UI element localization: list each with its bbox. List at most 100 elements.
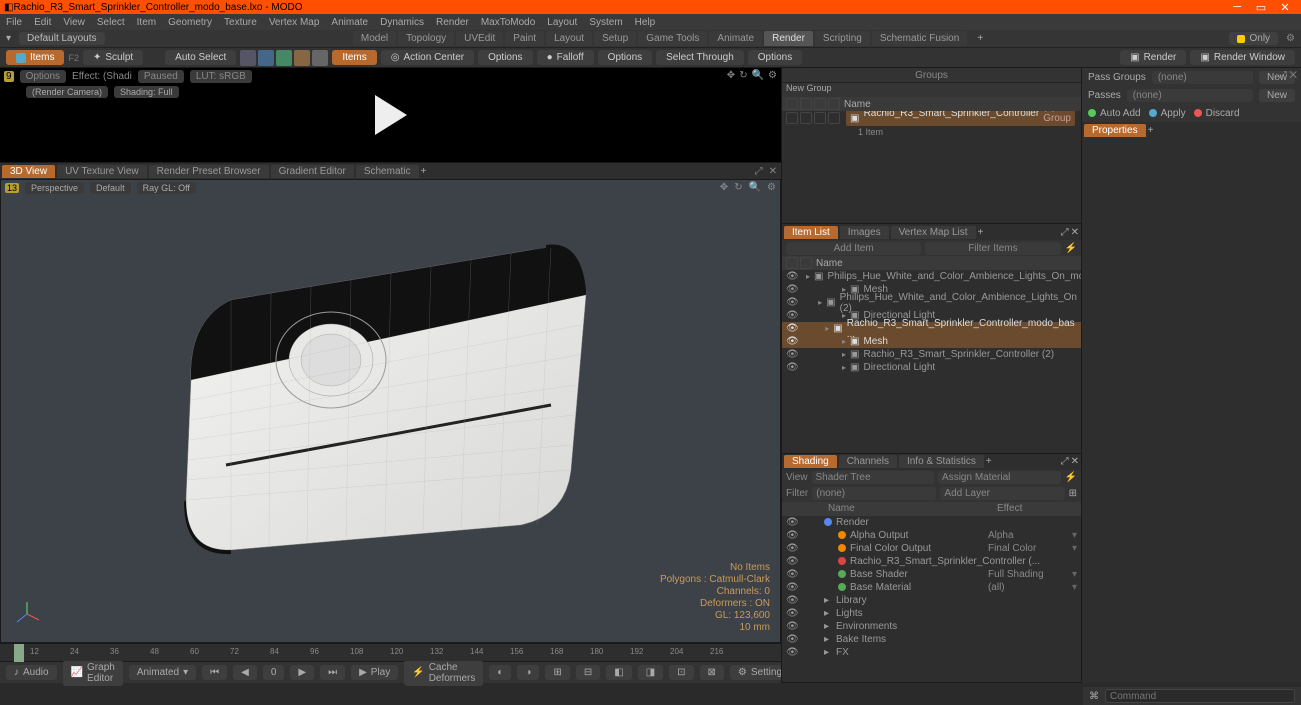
col-icon[interactable] — [800, 98, 812, 110]
preview-paused[interactable]: Paused — [138, 70, 184, 83]
viewport-default[interactable]: Default — [90, 182, 131, 194]
menu-dynamics[interactable]: Dynamics — [380, 17, 424, 28]
add-item-dropdown[interactable]: Add Item — [786, 242, 921, 255]
preview-move-icon[interactable]: ✥ — [727, 70, 735, 81]
anim-icon-8[interactable]: ⊠ — [700, 665, 724, 680]
panel-expand-icon[interactable]: ⤢ — [1279, 70, 1287, 81]
menu-system[interactable]: System — [589, 17, 622, 28]
menu-item[interactable]: Item — [137, 17, 156, 28]
item-row[interactable]: 👁▸▣Philips_Hue_White_and_Color_Ambience_… — [782, 270, 1081, 283]
add-layer-dropdown[interactable]: Add Layer — [940, 487, 1064, 500]
shader-row[interactable]: 👁▸Lights — [782, 607, 1081, 620]
shader-tree-dropdown[interactable]: Shader Tree — [812, 471, 935, 484]
options-button-2[interactable]: Options — [598, 50, 652, 65]
menu-view[interactable]: View — [63, 17, 85, 28]
only-toggle[interactable]: Only — [1229, 32, 1278, 45]
add-view-tab-icon[interactable]: + — [421, 166, 427, 177]
last-frame-button[interactable]: ⏭ — [320, 665, 345, 680]
item-row[interactable]: 👁▸▣Philips_Hue_White_and_Color_Ambience_… — [782, 296, 1081, 309]
prev-frame-button[interactable]: ◀ — [233, 665, 257, 680]
col-icon[interactable] — [828, 98, 840, 110]
menu-vertex-map[interactable]: Vertex Map — [269, 17, 320, 28]
passes-dropdown[interactable]: (none) — [1127, 89, 1253, 102]
add-workspace-icon[interactable]: + — [977, 33, 983, 44]
viewport-perspective[interactable]: Perspective — [25, 182, 84, 194]
menu-select[interactable]: Select — [97, 17, 125, 28]
maximize-button[interactable]: ▭ — [1249, 0, 1273, 14]
timeline[interactable]: 1224364860728496108120132144156168180192… — [0, 643, 781, 661]
panel-close-icon[interactable]: ✕ — [1071, 456, 1079, 467]
discard-button[interactable]: Discard — [1194, 108, 1240, 119]
menu-help[interactable]: Help — [635, 17, 656, 28]
filter-icon[interactable]: ⚡ — [1065, 472, 1077, 483]
shader-row[interactable]: 👁Base ShaderFull Shading▾ — [782, 568, 1081, 581]
view-tab-render-preset-browser[interactable]: Render Preset Browser — [149, 165, 269, 178]
audio-button[interactable]: ♪ Audio — [6, 665, 57, 680]
add-tab-icon[interactable]: + — [978, 227, 984, 238]
preview-shading[interactable]: Shading: Full — [114, 86, 179, 98]
anim-icon-3[interactable]: ⊞ — [545, 665, 569, 680]
vp-gear-icon[interactable]: ⚙ — [767, 182, 776, 193]
sel-icon-2[interactable] — [258, 50, 274, 66]
pass-groups-dropdown[interactable]: (none) — [1152, 71, 1253, 84]
vp-rotate-icon[interactable]: ↻ — [734, 182, 742, 193]
graph-editor-button[interactable]: 📈 Graph Editor — [63, 660, 123, 686]
shading-tab[interactable]: Info & Statistics — [899, 455, 984, 468]
auto-select-button[interactable]: Auto Select — [165, 50, 236, 65]
item-row[interactable]: 👁▸▣Rachio_R3_Smart_Sprinkler_Controller … — [782, 348, 1081, 361]
shading-tab[interactable]: Channels — [839, 455, 897, 468]
workspace-tab-paint[interactable]: Paint — [505, 31, 544, 46]
shader-row[interactable]: 👁Alpha OutputAlpha▾ — [782, 529, 1081, 542]
new-pass-button[interactable]: New — [1259, 89, 1295, 102]
shader-row[interactable]: 👁Base Material(all)▾ — [782, 581, 1081, 594]
play-button[interactable]: ▶ Play — [351, 665, 398, 680]
close-button[interactable]: ✕ — [1273, 0, 1297, 14]
itemlist-tab[interactable]: Item List — [784, 226, 838, 239]
panel-close-icon[interactable]: ✕ — [1071, 227, 1079, 238]
add-tab-icon[interactable]: + — [986, 456, 992, 467]
options-button-1[interactable]: Options — [478, 50, 532, 65]
anim-icon-5[interactable]: ◧ — [606, 665, 631, 680]
workspace-tab-scripting[interactable]: Scripting — [815, 31, 870, 46]
item-row[interactable]: 👁▸▣Rachio_R3_Smart_Sprinkler_Controller_… — [782, 322, 1081, 335]
minimize-button[interactable]: ─ — [1225, 0, 1249, 14]
cache-deformers-button[interactable]: ⚡ Cache Deformers — [404, 660, 483, 686]
render-button[interactable]: ▣ Render — [1120, 50, 1186, 65]
play-icon[interactable] — [375, 95, 407, 135]
anim-icon-2[interactable]: ◑ — [517, 665, 539, 680]
panel-expand-icon[interactable]: ⤢ — [1061, 456, 1069, 467]
view-close-icon[interactable]: ✕ — [767, 166, 779, 177]
preview-lut[interactable]: LUT: sRGB — [190, 70, 252, 83]
select-through-button[interactable]: Select Through — [656, 50, 744, 65]
menu-animate[interactable]: Animate — [331, 17, 368, 28]
menu-maxtomodo[interactable]: MaxToModo — [481, 17, 535, 28]
workspace-tab-animate[interactable]: Animate — [709, 31, 762, 46]
shader-row[interactable]: 👁▸Environments — [782, 620, 1081, 633]
preview-options[interactable]: Options — [20, 70, 66, 83]
sculpt-mode-button[interactable]: ✦ Sculpt — [83, 50, 143, 65]
action-center-button[interactable]: ◎ Action Center — [381, 50, 474, 65]
view-tab-schematic[interactable]: Schematic — [356, 165, 419, 178]
item-row[interactable]: 👁▸▣Directional Light — [782, 361, 1081, 374]
shader-row[interactable]: 👁▸Bake Items — [782, 633, 1081, 646]
items-toggle-button[interactable]: Items — [332, 50, 376, 65]
workspace-tab-schematic-fusion[interactable]: Schematic Fusion — [872, 31, 967, 46]
animated-dropdown[interactable]: Animated ▾ — [129, 665, 196, 680]
axis-gizmo[interactable] — [13, 600, 41, 630]
shader-row[interactable]: 👁▸FX — [782, 646, 1081, 659]
itemlist-tab[interactable]: Vertex Map List — [891, 226, 976, 239]
view-expand-icon[interactable]: ⤢ — [753, 166, 765, 177]
apply-button[interactable]: Apply — [1149, 108, 1186, 119]
new-group-button[interactable]: New Group — [782, 83, 1081, 97]
workspace-tab-layout[interactable]: Layout — [546, 31, 592, 46]
filter-dropdown[interactable]: (none) — [812, 487, 936, 500]
menu-layout[interactable]: Layout — [547, 17, 577, 28]
sel-icon-1[interactable] — [240, 50, 256, 66]
menu-render[interactable]: Render — [436, 17, 469, 28]
preview-rotate-icon[interactable]: ↻ — [739, 70, 747, 81]
workspace-tab-uvedit[interactable]: UVEdit — [456, 31, 503, 46]
view-tab-gradient-editor[interactable]: Gradient Editor — [271, 165, 354, 178]
auto-add-button[interactable]: Auto Add — [1088, 108, 1141, 119]
layouts-dropdown[interactable]: Default Layouts — [19, 32, 105, 45]
sel-icon-3[interactable] — [276, 50, 292, 66]
